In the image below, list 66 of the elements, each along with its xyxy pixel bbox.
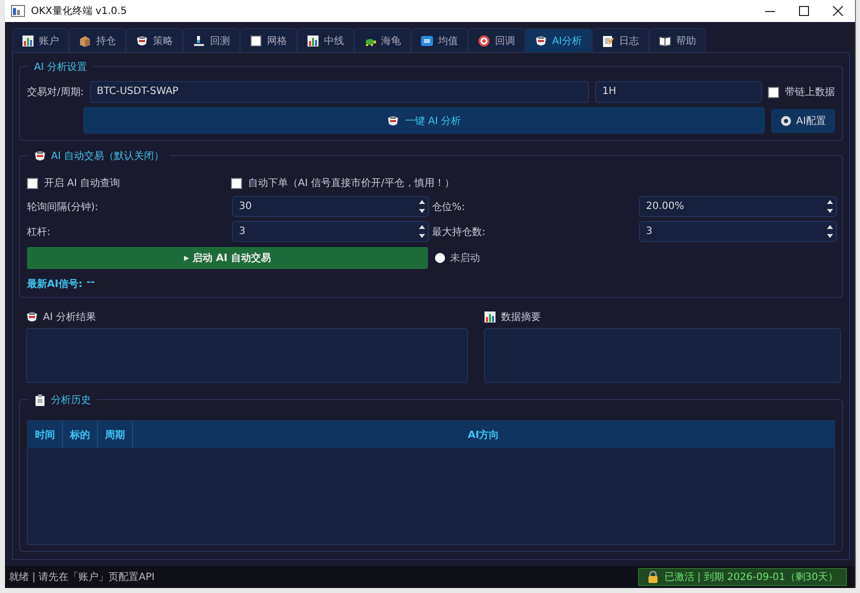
tab[interactable]: 持仓 [69, 28, 126, 52]
column-header[interactable]: AI方向 [133, 421, 834, 448]
spin-field[interactable]: 3 [639, 221, 837, 242]
book-icon [659, 34, 671, 46]
checkbox-label: 开启 AI 自动查询 [44, 176, 120, 190]
field-label: 杠杆: [27, 226, 52, 238]
app-icon [11, 5, 25, 17]
tab[interactable]: 中线 [297, 28, 354, 52]
checkbox-label: 带链上数据 [785, 86, 835, 99]
tab[interactable]: 海龟 [354, 28, 411, 52]
memo-icon [602, 34, 614, 46]
panel-title: AI 分析结果 [43, 310, 96, 324]
bar-chart-icon [22, 34, 34, 46]
status-message: 就绪 | 请先在「账户」页配置API [9, 570, 155, 584]
field-label: 最大持仓数: [432, 226, 486, 238]
status-text: 未启动 [450, 252, 480, 265]
group-title: AI 分析设置 [34, 60, 87, 74]
tab[interactable]: 日志 [592, 28, 649, 52]
window-title: OKX量化终端 v1.0.5 [31, 4, 127, 18]
license-badge: 已激活 | 到期 2026-09-01（剩30天） [638, 568, 847, 586]
maximize-icon [799, 6, 809, 16]
field-label: 仓位%: [432, 200, 466, 214]
tab[interactable]: 均值 [411, 28, 468, 52]
field-label: 交易对/周期: [27, 86, 84, 99]
bar-chart-icon [307, 34, 319, 46]
gear-icon [780, 114, 792, 126]
tab[interactable]: 策略 [126, 28, 183, 52]
field-label: 轮询间隔(分钟): [27, 200, 100, 214]
checkbox[interactable] [27, 178, 38, 188]
checkbox-label: 自动下单（AI 信号直接市价开/平仓，慎用！） [248, 176, 454, 190]
tab[interactable]: 回调 [468, 28, 525, 52]
signal-value: -- [86, 277, 95, 290]
box-icon [79, 34, 91, 46]
mask-icon [34, 150, 46, 162]
tab[interactable]: AI分析 [525, 28, 592, 52]
mask-icon [535, 34, 548, 46]
clipboard-icon [34, 394, 46, 406]
group-title: AI 自动交易（默认关闭） [51, 150, 164, 163]
group-title: 分析历史 [51, 394, 91, 407]
tab[interactable]: 账户 [12, 28, 69, 52]
period-field[interactable]: 1H [595, 81, 762, 103]
column-header[interactable]: 标的 [63, 421, 98, 448]
mask-icon [26, 311, 38, 323]
checkbox[interactable] [231, 178, 242, 188]
lock-icon [647, 571, 660, 583]
tab[interactable]: 网格 [240, 28, 297, 52]
spin-field[interactable]: 3 [232, 221, 429, 242]
mask-icon [136, 34, 148, 46]
bar-chart-icon [484, 311, 496, 323]
spin-field[interactable]: 20.00% [639, 196, 837, 217]
signal-label: 最新AI信号: [27, 277, 82, 291]
tab[interactable]: 帮助 [649, 28, 706, 52]
config-button[interactable]: AI配置 [771, 108, 835, 132]
column-header[interactable]: 时间 [28, 421, 63, 448]
close-icon [833, 6, 843, 16]
tab[interactable]: 回测 [183, 28, 240, 52]
column-header[interactable]: 周期 [98, 421, 133, 448]
symbol-field[interactable]: BTC-USDT-SWAP [90, 81, 590, 103]
target-icon [478, 34, 490, 46]
analyze-button[interactable]: 一键 AI 分析 [83, 107, 766, 134]
start-button[interactable]: ▸ 启动 AI 自动交易 [27, 247, 428, 269]
panel-title: 数据摘要 [501, 310, 541, 324]
checkbox[interactable] [768, 86, 779, 98]
spin-field[interactable]: 30 [232, 196, 429, 217]
square-icon [250, 34, 262, 46]
mask-icon [386, 114, 399, 126]
